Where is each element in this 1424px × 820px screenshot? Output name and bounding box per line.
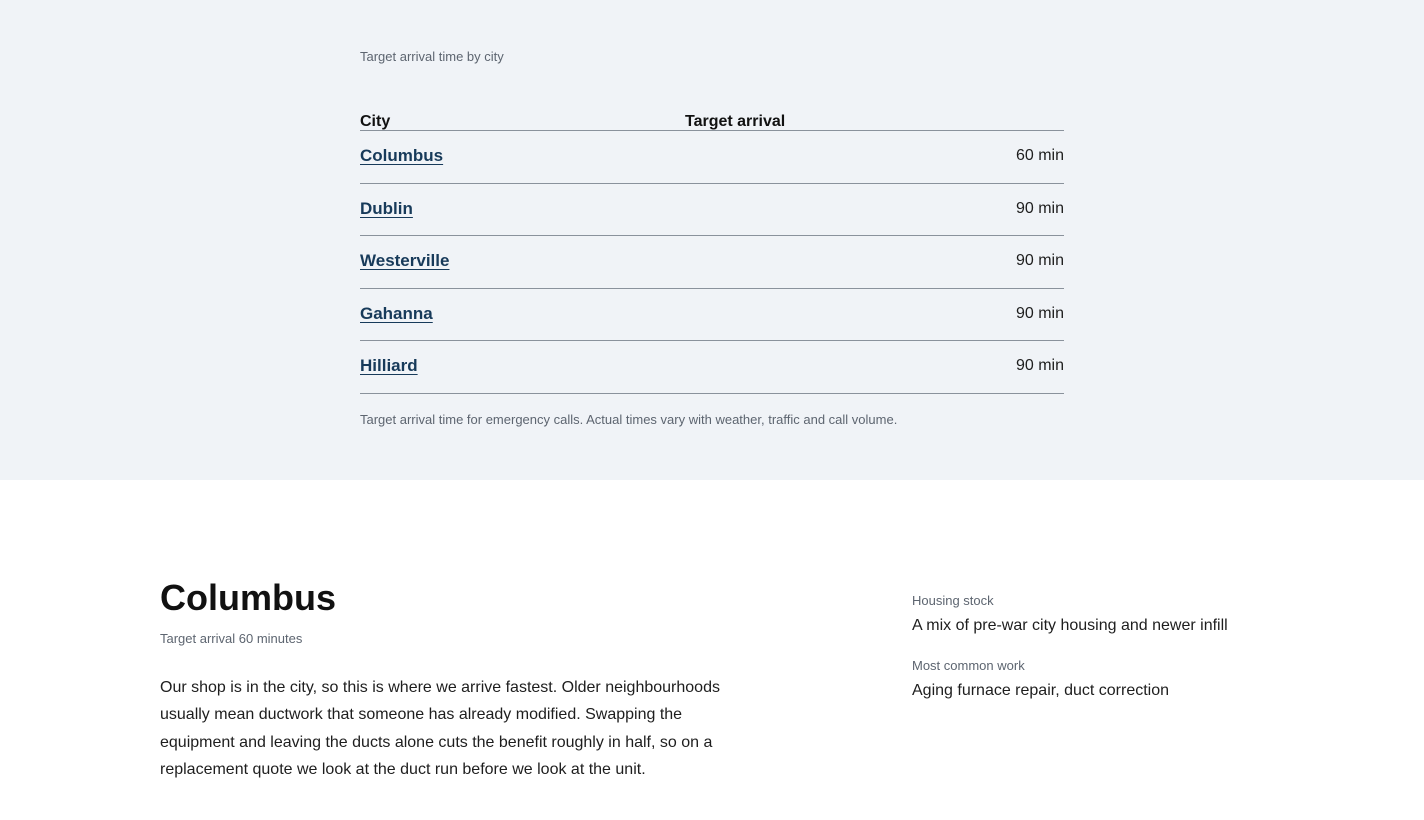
table-header-row: City Target arrival (360, 66, 1064, 131)
arrival-value: 90 min (1015, 199, 1064, 217)
fact-housing-stock: Housing stock A mix of pre-war city hous… (912, 592, 1312, 638)
table-footnote: Target arrival time for emergency calls.… (360, 411, 898, 427)
city-detail-subtitle: Target arrival 60 minutes (160, 631, 303, 646)
column-header-target-arrival: Target arrival (685, 113, 786, 130)
arrival-value: 60 min (1015, 147, 1064, 164)
city-link-columbus[interactable]: Columbus (360, 145, 443, 167)
city-detail-body: Our shop is in the city, so this is wher… (160, 679, 720, 778)
fact-value: Aging furnace repair, duct correction (912, 682, 1170, 699)
city-link-dublin[interactable]: Dublin (360, 198, 413, 220)
arrival-value: 90 min (1015, 304, 1064, 322)
arrival-table: Target arrival time by city City Target … (360, 48, 1064, 429)
arrival-value: 90 min (1015, 357, 1064, 374)
table-row: Columbus 60 min (360, 131, 1064, 184)
table-caption: Target arrival time by city (360, 49, 504, 64)
arrival-table-section: Target arrival time by city City Target … (0, 0, 1424, 480)
arrival-value: 90 min (1015, 252, 1064, 269)
fact-label: Most common work (912, 658, 1025, 673)
city-detail-title: Columbus (160, 577, 336, 618)
table-row: Gahanna 90 min (360, 289, 1064, 341)
fact-value: A mix of pre-war city housing and newer … (912, 617, 1228, 634)
city-link-gahanna[interactable]: Gahanna (360, 303, 433, 325)
column-header-city: City (360, 113, 391, 130)
fact-label: Housing stock (912, 593, 994, 608)
table-row: Dublin 90 min (360, 184, 1064, 236)
table-row: Hilliard 90 min (360, 341, 1064, 394)
city-facts: Housing stock A mix of pre-war city hous… (912, 592, 1312, 703)
city-link-westerville[interactable]: Westerville (360, 250, 449, 272)
fact-most-common-work: Most common work Aging furnace repair, d… (912, 657, 1312, 703)
city-link-hilliard[interactable]: Hilliard (360, 355, 418, 377)
table-row: Westerville 90 min (360, 236, 1064, 289)
